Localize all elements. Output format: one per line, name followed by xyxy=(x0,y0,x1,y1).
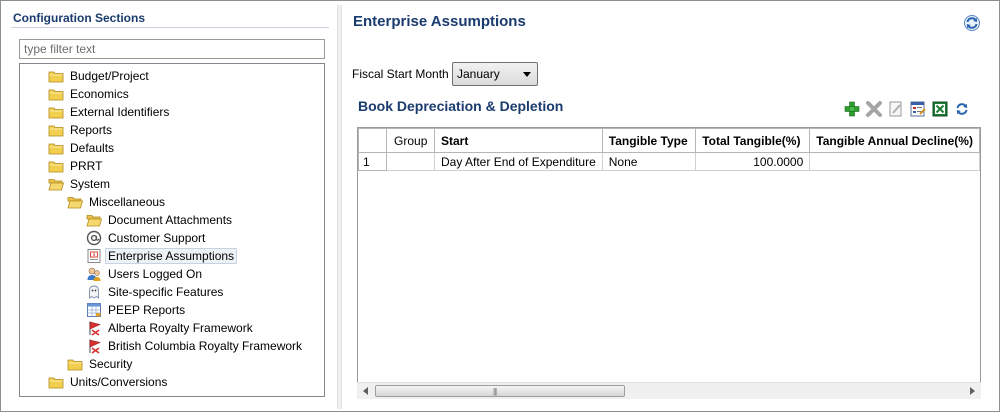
enterprise-icon: $ xyxy=(86,248,102,264)
refresh-icon[interactable] xyxy=(963,14,981,32)
tree-item-label: British Columbia Royalty Framework xyxy=(108,339,303,353)
tree-item-label: Budget/Project xyxy=(70,69,149,83)
folder-open-icon xyxy=(67,194,83,210)
tree-item-label: Reports xyxy=(70,123,113,137)
row-number-header[interactable] xyxy=(358,128,388,153)
properties-icon[interactable] xyxy=(909,100,927,118)
chevron-down-icon xyxy=(523,71,531,77)
tree-item-label: Units/Conversions xyxy=(70,375,168,389)
grid-title: Book Depreciation & Depletion xyxy=(358,98,564,114)
tree-item-label: Alberta Royalty Framework xyxy=(108,321,253,335)
horizontal-scrollbar[interactable]: ||| xyxy=(357,382,981,399)
at-sign-icon xyxy=(86,230,102,246)
row-number-cell[interactable]: 1 xyxy=(358,152,388,171)
users-icon xyxy=(86,266,102,282)
ghost-icon xyxy=(86,284,102,300)
folder-open-icon xyxy=(86,212,102,228)
svg-text:$: $ xyxy=(93,252,96,257)
refresh-grid-icon[interactable] xyxy=(953,100,971,118)
start-cell[interactable]: Day After End of Expenditure xyxy=(434,152,603,171)
tree-item-label: System xyxy=(70,177,111,191)
application-window: Configuration Sections Budget/Project Eco… xyxy=(0,0,1000,412)
tree-item-site-specific-features[interactable]: Site-specific Features xyxy=(86,283,226,301)
tree-item-external-identifiers[interactable]: External Identifiers xyxy=(48,103,172,121)
tree-item-label: Customer Support xyxy=(108,231,206,245)
tree-item-security[interactable]: Security xyxy=(67,355,135,373)
folder-open-icon xyxy=(48,176,64,192)
scrollbar-thumb[interactable] xyxy=(375,385,625,397)
grid-toolbar xyxy=(843,100,971,120)
panel-title: Configuration Sections xyxy=(13,11,145,25)
folder-icon xyxy=(48,158,64,174)
scroll-right-icon[interactable] xyxy=(970,387,975,395)
scrollbar-grip-icon: ||| xyxy=(493,387,497,396)
group-cell[interactable] xyxy=(386,152,435,171)
depreciation-grid: Group Start Tangible Type Total Tangible… xyxy=(357,127,981,399)
royalty-flag-icon xyxy=(86,338,102,354)
edit-icon[interactable] xyxy=(887,100,905,118)
column-header-total-tangible[interactable]: Total Tangible(%) xyxy=(695,128,811,153)
tree-item-reports[interactable]: Reports xyxy=(48,121,115,139)
fiscal-start-month-label: Fiscal Start Month xyxy=(352,67,449,81)
export-excel-icon[interactable] xyxy=(931,100,949,118)
tree-item-enterprise-assumptions[interactable]: $ Enterprise Assumptions xyxy=(86,247,238,265)
fiscal-start-month-value: January xyxy=(457,67,500,81)
configuration-sections-panel: Configuration Sections Budget/Project Eco… xyxy=(5,5,335,409)
tree-item-peep-reports[interactable]: PEEP Reports xyxy=(86,301,188,319)
report-grid-icon xyxy=(86,302,102,318)
tree-item-customer-support[interactable]: Customer Support xyxy=(86,229,208,247)
content-panel: Enterprise Assumptions Fiscal Start Mont… xyxy=(343,5,997,409)
column-header-tangible-annual-decline[interactable]: Tangible Annual Decline(%) xyxy=(809,128,980,153)
total-tangible-cell[interactable]: 100.0000 xyxy=(695,152,811,171)
tree-item-label: Site-specific Features xyxy=(108,285,224,299)
tree-item-british-columbia-royalty-framework[interactable]: British Columbia Royalty Framework xyxy=(86,337,305,355)
tree-item-label: Miscellaneous xyxy=(89,195,166,209)
depreciation-table: Group Start Tangible Type Total Tangible… xyxy=(358,128,980,171)
column-header-tangible-type[interactable]: Tangible Type xyxy=(601,128,697,153)
tree-item-label: Users Logged On xyxy=(108,267,203,281)
tangible-type-cell[interactable]: None xyxy=(601,152,697,171)
filter-input[interactable] xyxy=(19,39,325,59)
tree-item-label: Economics xyxy=(70,87,129,101)
tree-item-label: External Identifiers xyxy=(70,105,170,119)
tree-item-system[interactable]: System xyxy=(48,175,113,193)
folder-icon xyxy=(48,68,64,84)
folder-icon xyxy=(48,122,64,138)
tree-item-prrt[interactable]: PRRT xyxy=(48,157,105,175)
table-row[interactable]: 1 Day After End of Expenditure None 100.… xyxy=(358,152,980,171)
tangible-annual-decline-cell[interactable] xyxy=(809,152,980,171)
folder-icon xyxy=(67,356,83,372)
folder-icon xyxy=(48,374,64,390)
title-divider xyxy=(11,27,329,28)
tree-item-label: Document Attachments xyxy=(108,213,233,227)
fiscal-start-month-select[interactable]: January xyxy=(452,62,538,86)
tree-item-units-conversions[interactable]: Units/Conversions xyxy=(48,373,170,391)
tree-item-label: Enterprise Assumptions xyxy=(105,248,238,264)
tree-item-label: PEEP Reports xyxy=(108,303,186,317)
column-header-group[interactable]: Group xyxy=(386,128,435,153)
scroll-left-icon[interactable] xyxy=(363,387,368,395)
tree-item-document-attachments[interactable]: Document Attachments xyxy=(86,211,235,229)
tree-item-defaults[interactable]: Defaults xyxy=(48,139,117,157)
add-row-icon[interactable] xyxy=(843,100,861,118)
tree-item-miscellaneous[interactable]: Miscellaneous xyxy=(67,193,168,211)
delete-row-icon[interactable] xyxy=(865,100,883,118)
tree-item-label: Defaults xyxy=(70,141,115,155)
tree-item-users-logged-on[interactable]: Users Logged On xyxy=(86,265,205,283)
panel-splitter[interactable] xyxy=(337,5,342,409)
tree-item-economics[interactable]: Economics xyxy=(48,85,132,103)
configuration-tree[interactable]: Budget/Project Economics External Identifi… xyxy=(19,63,325,397)
table-header-row: Group Start Tangible Type Total Tangible… xyxy=(358,128,980,153)
tree-item-label: Security xyxy=(89,357,133,371)
folder-icon xyxy=(48,86,64,102)
royalty-flag-icon xyxy=(86,320,102,336)
tree-item-label: PRRT xyxy=(70,159,103,173)
tree-item-budget-project[interactable]: Budget/Project xyxy=(48,67,152,85)
page-title: Enterprise Assumptions xyxy=(353,13,526,30)
folder-icon xyxy=(48,140,64,156)
tree-item-alberta-royalty-framework[interactable]: Alberta Royalty Framework xyxy=(86,319,256,337)
column-header-start[interactable]: Start xyxy=(434,128,603,153)
folder-icon xyxy=(48,104,64,120)
